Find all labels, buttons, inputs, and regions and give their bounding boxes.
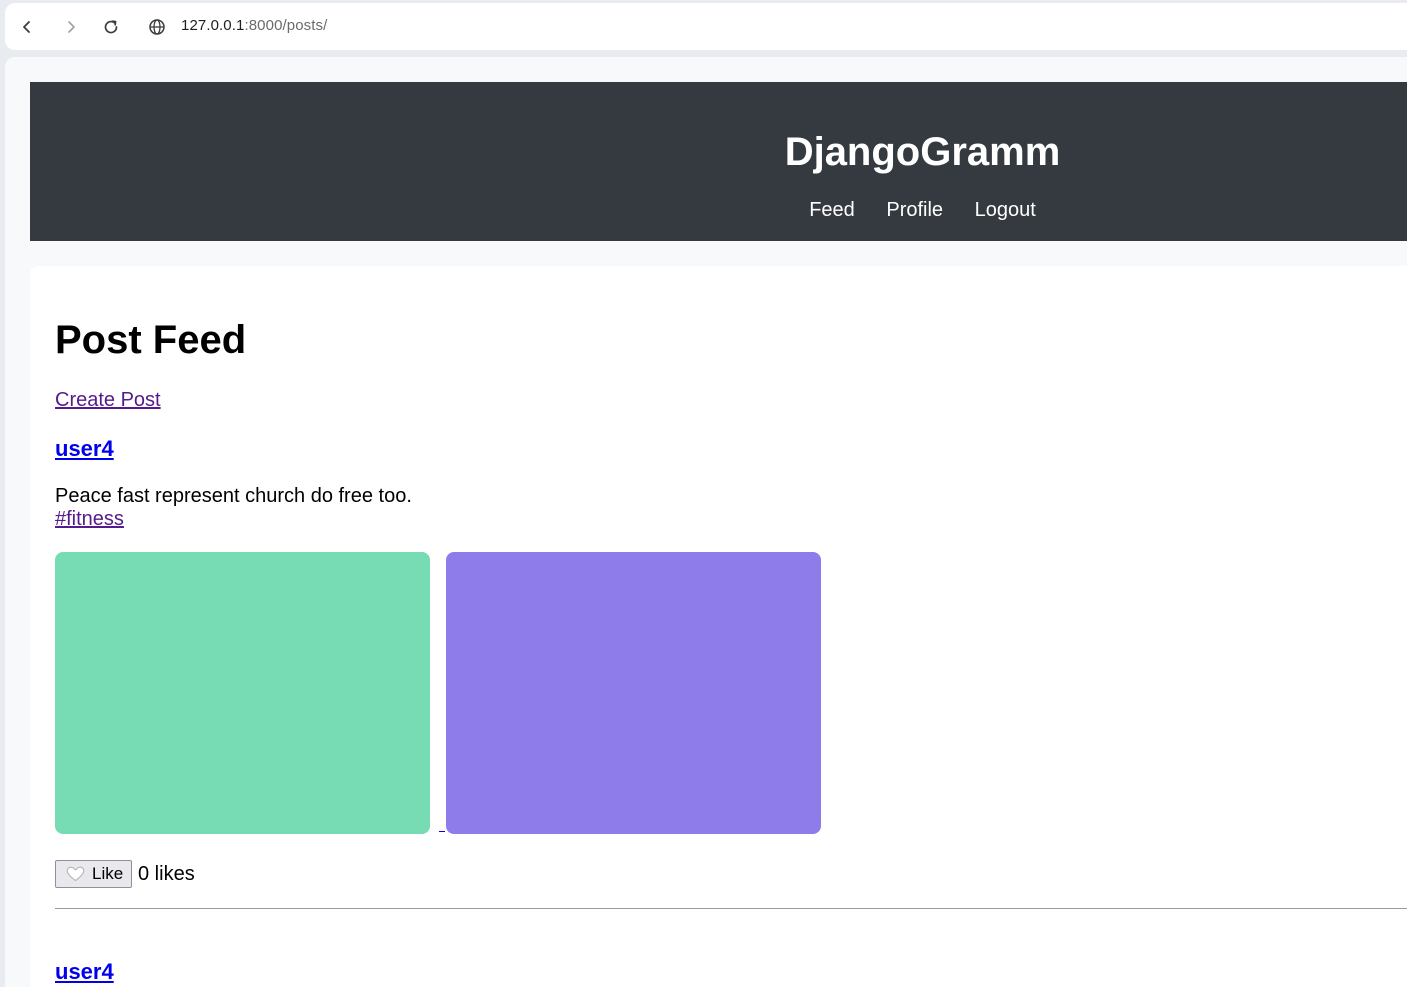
image-link-underline [439,831,445,832]
site-info-button[interactable] [145,15,169,39]
url-path: :8000/posts/ [244,17,328,34]
heart-outline-icon [66,866,85,882]
site-title: DjangoGramm [784,130,1061,174]
site-header: DjangoGramm Feed Profile Logout [30,82,1407,241]
chevron-left-icon [23,21,30,33]
create-post-link[interactable]: Create Post [55,388,161,412]
post-author: user4 [55,435,114,463]
reload-button[interactable] [99,15,123,39]
post-author: user4 [55,958,114,986]
post-tag-link[interactable]: #fitness [55,507,124,531]
url-host: 127.0.0.1 [181,17,245,34]
like-button-label: Like [92,864,124,883]
nav-link-feed[interactable]: Feed [809,199,855,221]
main-nav: Feed Profile Logout [30,195,1407,225]
nav-link-profile[interactable]: Profile [886,199,943,221]
like-count: 0 likes [138,863,195,885]
post-caption: Peace fast represent church do free too. [55,485,412,507]
reload-icon [104,20,118,34]
post-image-1[interactable] [55,552,430,834]
main-content: Post Feed Create Post user4 Peace fast r… [30,266,1407,987]
page-viewport: DjangoGramm Feed Profile Logout Post Fee… [5,57,1407,987]
post-author-link[interactable]: user4 [55,436,114,461]
nav-link-logout[interactable]: Logout [975,199,1036,221]
like-button[interactable]: Like [55,860,132,888]
address-bar[interactable]: 127.0.0.1:8000/posts/ [181,17,327,34]
page-title: Post Feed [55,318,247,362]
globe-icon [149,19,165,35]
chevron-right-icon [68,21,75,33]
post-author-link[interactable]: user4 [55,959,114,984]
back-button[interactable] [15,15,39,39]
post-divider [55,908,1407,909]
forward-button[interactable] [59,15,83,39]
post-image-2[interactable] [446,552,821,834]
browser-toolbar: 127.0.0.1:8000/posts/ [5,3,1407,50]
